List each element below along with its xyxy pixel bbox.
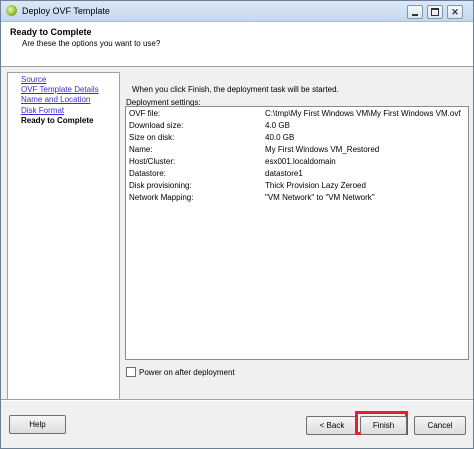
title-bar[interactable]: Deploy OVF Template ✕	[1, 1, 473, 22]
minimize-icon	[412, 13, 418, 16]
back-button[interactable]: < Back	[306, 416, 358, 435]
wizard-steps-panel: Source OVF Template Details Name and Loc…	[7, 72, 120, 400]
setting-key: OVF file:	[129, 109, 161, 118]
minimize-button[interactable]	[407, 5, 423, 19]
finish-button[interactable]: Finish	[360, 416, 407, 435]
setting-value: 40.0 GB	[265, 133, 295, 142]
step-ovf-template-details[interactable]: OVF Template Details	[21, 85, 99, 94]
footer-divider-highlight	[1, 400, 473, 401]
setting-value: 4.0 GB	[265, 121, 290, 130]
setting-key: Size on disk:	[129, 133, 175, 142]
step-name-and-location[interactable]: Name and Location	[21, 95, 90, 104]
deploy-ovf-dialog: Deploy OVF Template ✕ Ready to Complete …	[0, 0, 474, 449]
setting-value: esx001.localdomain	[265, 157, 336, 166]
help-button[interactable]: Help	[9, 415, 66, 434]
intro-text: When you click Finish, the deployment ta…	[132, 85, 339, 94]
setting-key: Download size:	[129, 121, 184, 130]
page-title: Ready to Complete	[10, 27, 92, 37]
window-title: Deploy OVF Template	[22, 6, 110, 16]
setting-value: "VM Network" to "VM Network"	[265, 193, 375, 202]
setting-key: Network Mapping:	[129, 193, 194, 202]
deployment-settings-list: OVF file: C:\tmp\My First Windows VM\My …	[125, 106, 469, 360]
maximize-icon	[431, 8, 439, 16]
close-icon: ✕	[451, 6, 459, 17]
power-on-label[interactable]: Power on after deployment	[139, 368, 235, 377]
setting-value: Thick Provision Lazy Zeroed	[265, 181, 366, 190]
vsphere-app-icon	[6, 5, 17, 16]
power-on-checkbox[interactable]	[126, 367, 136, 377]
step-source[interactable]: Source	[21, 75, 46, 84]
maximize-button[interactable]	[427, 5, 443, 19]
setting-value: My First Windows VM_Restored	[265, 145, 380, 154]
wizard-header: Ready to Complete Are these the options …	[1, 22, 473, 67]
step-disk-format[interactable]: Disk Format	[21, 106, 64, 115]
step-ready-to-complete: Ready to Complete	[21, 116, 94, 125]
setting-value: C:\tmp\My First Windows VM\My First Wind…	[265, 109, 461, 118]
setting-key: Name:	[129, 145, 153, 154]
page-subtitle: Are these the options you want to use?	[22, 39, 161, 48]
setting-value: datastore1	[265, 169, 303, 178]
cancel-button[interactable]: Cancel	[414, 416, 466, 435]
close-button[interactable]: ✕	[447, 5, 463, 19]
setting-key: Disk provisioning:	[129, 181, 192, 190]
setting-key: Datastore:	[129, 169, 166, 178]
setting-key: Host/Cluster:	[129, 157, 176, 166]
